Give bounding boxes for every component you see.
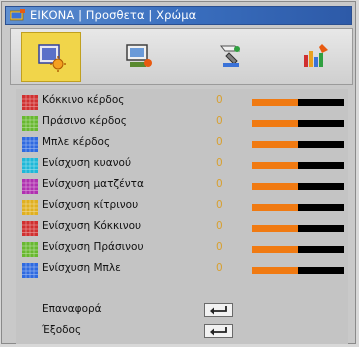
row-value: 0 — [216, 220, 223, 232]
row-yellow-boost[interactable]: Ενίσχυση κίτρινου 0 — [16, 198, 348, 216]
menu-title-icon — [10, 9, 25, 21]
osd-menu-window: ΕΙΚΟΝΑ | Προσθετα | Χρώμα Κόκκινο κέρδος… — [1, 1, 356, 344]
magenta-swatch-icon — [22, 179, 38, 194]
row-blue-gain[interactable]: Μπλε κέρδος 0 — [16, 135, 348, 153]
screen-settings-icon — [126, 44, 152, 67]
tab-options[interactable] — [287, 32, 345, 80]
level-fill — [252, 162, 298, 169]
level-slider[interactable] — [252, 204, 344, 211]
tab-screen[interactable] — [110, 32, 168, 80]
red-swatch-icon — [22, 95, 38, 110]
row-label: Ενίσχυση κίτρινου — [42, 199, 139, 211]
level-slider[interactable] — [252, 120, 344, 127]
color-settings-panel: Κόκκινο κέρδος 0 Πράσινο κέρδος 0 Μπλε κ… — [16, 89, 348, 344]
row-label: Ενίσχυση Κόκκινου — [42, 220, 142, 232]
row-green-gain[interactable]: Πράσινο κέρδος 0 — [16, 114, 348, 132]
yellow-swatch-icon — [22, 200, 38, 215]
options-icon — [304, 44, 328, 67]
blue-swatch-icon — [22, 137, 38, 152]
enter-icon — [210, 327, 227, 336]
exit-enter-button[interactable] — [204, 324, 233, 338]
row-label: Ενίσχυση Μπλε — [42, 262, 121, 274]
blue-swatch-icon — [22, 263, 38, 278]
tab-bar — [10, 28, 353, 85]
row-value: 0 — [216, 241, 223, 253]
level-fill — [252, 246, 298, 253]
green-swatch-icon — [22, 242, 38, 257]
level-slider[interactable] — [252, 225, 344, 232]
tab-picture[interactable] — [21, 32, 81, 82]
reset-label: Επαναφορά — [42, 303, 102, 315]
level-fill — [252, 183, 298, 190]
row-cyan-boost[interactable]: Ενίσχυση κυανού 0 — [16, 156, 348, 174]
row-reset[interactable]: Επαναφορά — [16, 302, 348, 320]
row-label: Ενίσχυση ματζέντα — [42, 178, 144, 190]
level-slider[interactable] — [252, 99, 344, 106]
row-green-boost[interactable]: Ενίσχυση Πράσινου 0 — [16, 240, 348, 258]
level-slider[interactable] — [252, 246, 344, 253]
level-fill — [252, 204, 298, 211]
row-label: Κόκκινο κέρδος — [42, 94, 125, 106]
enter-icon — [210, 306, 227, 315]
row-value: 0 — [216, 262, 223, 274]
level-fill — [252, 267, 298, 274]
row-value: 0 — [216, 199, 223, 211]
row-label: Ενίσχυση Πράσινου — [42, 241, 144, 253]
level-slider[interactable] — [252, 162, 344, 169]
reset-enter-button[interactable] — [204, 303, 233, 317]
row-red-gain[interactable]: Κόκκινο κέρδος 0 — [16, 93, 348, 111]
row-label: Ενίσχυση κυανού — [42, 157, 132, 169]
row-value: 0 — [216, 178, 223, 190]
level-fill — [252, 225, 298, 232]
exit-label: Έξοδος — [42, 324, 82, 336]
row-magenta-boost[interactable]: Ενίσχυση ματζέντα 0 — [16, 177, 348, 195]
row-blue-boost[interactable]: Ενίσχυση Μπλε 0 — [16, 261, 348, 279]
tab-setup[interactable] — [201, 32, 259, 80]
row-label: Πράσινο κέρδος — [42, 115, 127, 127]
picture-settings-icon — [38, 44, 66, 72]
title-bar: ΕΙΚΟΝΑ | Προσθετα | Χρώμα — [5, 6, 352, 25]
row-label: Μπλε κέρδος — [42, 136, 111, 148]
setup-tools-icon — [219, 45, 241, 67]
row-value: 0 — [216, 157, 223, 169]
row-value: 0 — [216, 136, 223, 148]
row-value: 0 — [216, 115, 223, 127]
level-slider[interactable] — [252, 141, 344, 148]
row-exit[interactable]: Έξοδος — [16, 323, 348, 341]
level-slider[interactable] — [252, 183, 344, 190]
row-value: 0 — [216, 94, 223, 106]
level-fill — [252, 141, 298, 148]
level-fill — [252, 120, 298, 127]
red-swatch-icon — [22, 221, 38, 236]
level-fill — [252, 99, 298, 106]
green-swatch-icon — [22, 116, 38, 131]
row-red-boost[interactable]: Ενίσχυση Κόκκινου 0 — [16, 219, 348, 237]
cyan-swatch-icon — [22, 158, 38, 173]
menu-title: ΕΙΚΟΝΑ | Προσθετα | Χρώμα — [30, 8, 197, 22]
level-slider[interactable] — [252, 267, 344, 274]
